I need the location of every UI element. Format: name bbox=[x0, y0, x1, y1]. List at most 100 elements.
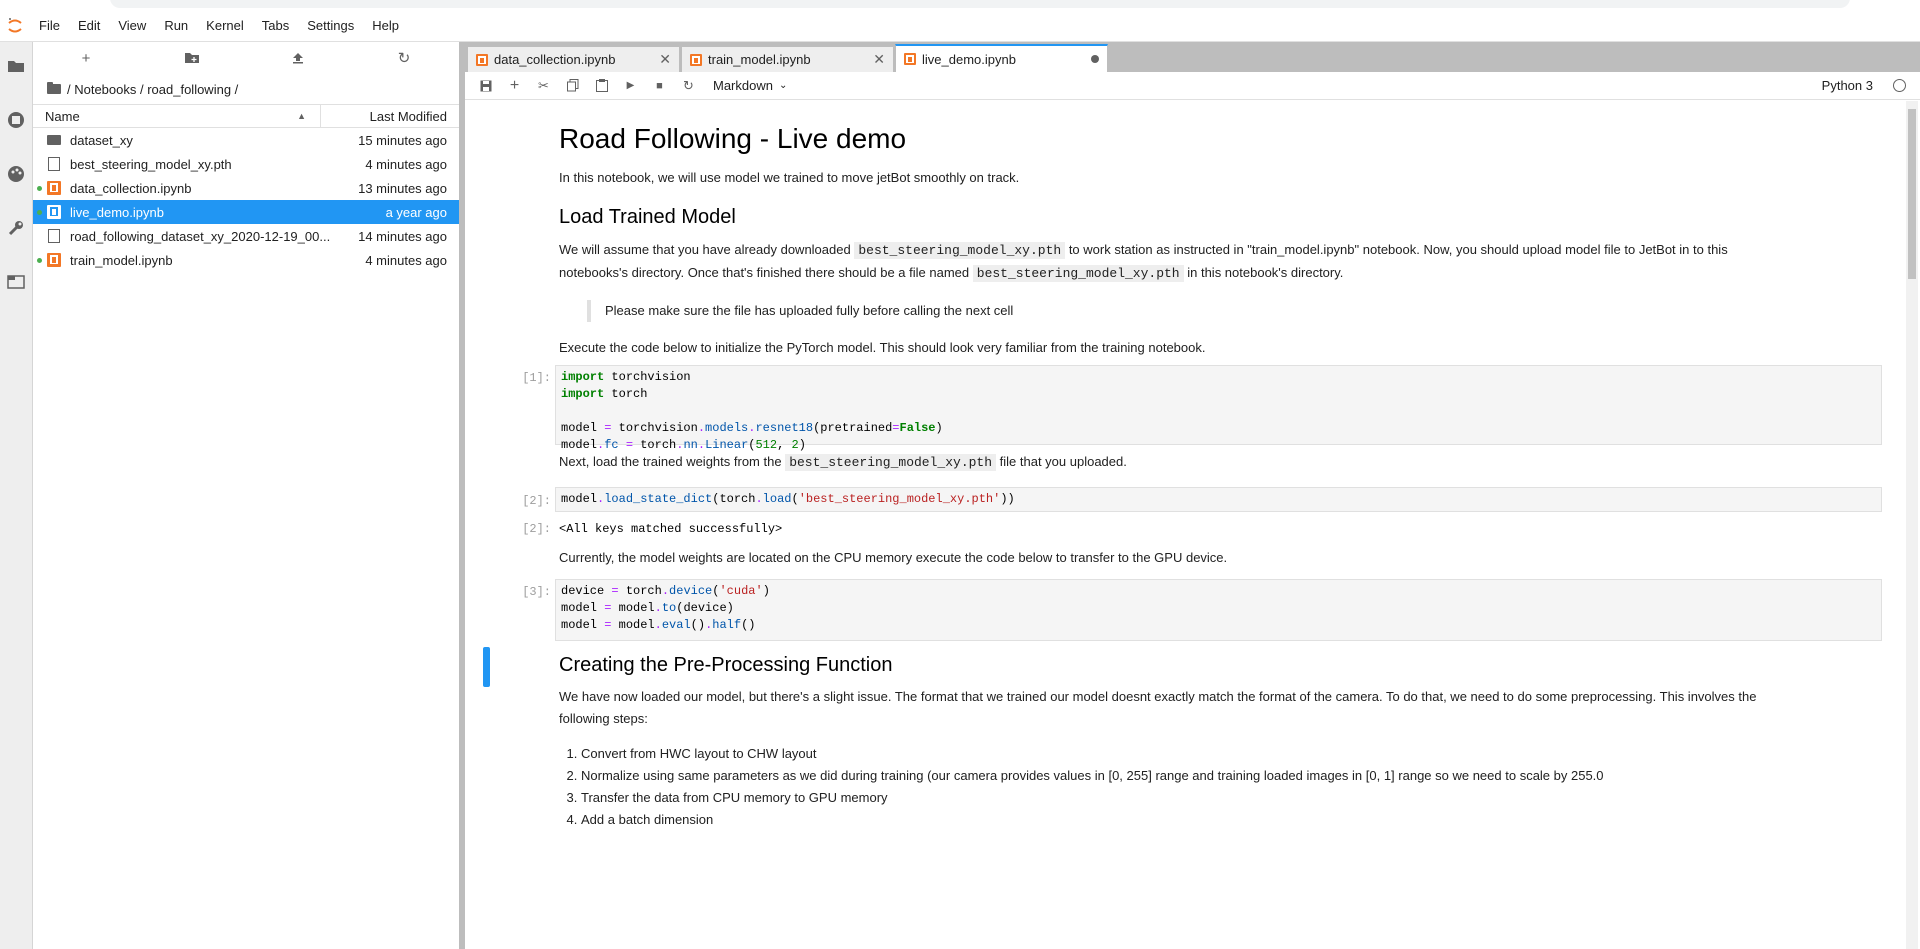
scissors-icon: ✂ bbox=[538, 77, 549, 93]
list-item: Normalize using same parameters as we di… bbox=[581, 765, 1849, 787]
file-modified: a year ago bbox=[385, 204, 447, 220]
scrollbar-thumb[interactable] bbox=[1908, 109, 1916, 279]
code-cell[interactable]: import torchvision import torch model = … bbox=[555, 365, 1882, 452]
markdown-paragraph: Execute the code below to initialize the… bbox=[559, 340, 1206, 355]
menu-edit[interactable]: Edit bbox=[69, 10, 109, 42]
text: We will assume that you have already dow… bbox=[559, 242, 851, 257]
menu-help[interactable]: Help bbox=[363, 10, 408, 42]
file-row[interactable]: train_model.ipynb 4 minutes ago bbox=[33, 248, 459, 272]
file-name: road_following_dataset_xy_2020-12-19_00.… bbox=[70, 228, 331, 244]
menu-kernel[interactable]: Kernel bbox=[197, 10, 253, 42]
input-prompt: [2]: bbox=[522, 494, 551, 508]
browser-address-bar[interactable] bbox=[110, 0, 1850, 8]
tab-label: train_model.ipynb bbox=[708, 52, 811, 67]
interrupt-button[interactable]: ■ bbox=[645, 74, 674, 98]
file-row[interactable]: data_collection.ipynb 13 minutes ago bbox=[33, 176, 459, 200]
chevron-down-icon: ⌄ bbox=[778, 80, 788, 91]
section-heading: Creating the Pre-Processing Function bbox=[559, 654, 893, 676]
new-folder-button[interactable] bbox=[139, 42, 245, 74]
new-folder-icon bbox=[185, 53, 199, 63]
inline-code: best_steering_model_xy.pth bbox=[972, 265, 1184, 282]
tab-live-demo[interactable]: live_demo.ipynb bbox=[895, 44, 1108, 72]
notebook-icon bbox=[690, 53, 702, 66]
breadcrumb[interactable]: / Notebooks / road_following / bbox=[33, 74, 459, 104]
notebook-toolbar: + ✂ ▶ ■ ↻ Markdown ⌄ bbox=[465, 72, 1920, 100]
restart-button[interactable]: ↻ bbox=[674, 74, 703, 98]
file-browser-toolbar: + ↻ bbox=[33, 42, 459, 74]
browser-top-strip bbox=[0, 0, 1920, 10]
plus-icon: + bbox=[81, 49, 91, 67]
section-heading: Load Trained Model bbox=[559, 206, 736, 228]
play-icon: ▶ bbox=[626, 80, 635, 91]
cell-type-value: Markdown bbox=[713, 78, 773, 93]
markdown-paragraph: Next, load the trained weights from the … bbox=[559, 451, 1849, 474]
tab-train-model[interactable]: train_model.ipynb ✕ bbox=[681, 46, 894, 72]
file-row[interactable]: dataset_xy 15 minutes ago bbox=[33, 128, 459, 152]
close-icon[interactable]: ✕ bbox=[873, 51, 885, 68]
text: Next, load the trained weights from the bbox=[559, 454, 782, 469]
text: file that you uploaded. bbox=[999, 454, 1127, 469]
notebook-scrollbar[interactable] bbox=[1906, 101, 1918, 949]
menu-run[interactable]: Run bbox=[155, 10, 197, 42]
input-prompt: [3]: bbox=[522, 585, 551, 599]
refresh-button[interactable]: ↻ bbox=[351, 42, 457, 74]
insert-cell-button[interactable]: + bbox=[500, 74, 529, 98]
palette-icon[interactable] bbox=[6, 164, 26, 184]
notebook-content[interactable]: Road Following - Live demo In this noteb… bbox=[465, 101, 1905, 949]
copy-button[interactable] bbox=[558, 74, 587, 98]
file-modified: 4 minutes ago bbox=[365, 156, 447, 172]
running-sessions-icon[interactable] bbox=[6, 110, 26, 130]
list-item: Convert from HWC layout to CHW layout bbox=[581, 743, 1849, 765]
new-launcher-button[interactable]: + bbox=[33, 42, 139, 74]
cut-button[interactable]: ✂ bbox=[529, 74, 558, 98]
notebook-icon bbox=[904, 53, 916, 65]
restart-icon: ↻ bbox=[683, 77, 694, 93]
tabs-icon[interactable] bbox=[6, 272, 26, 292]
column-modified-header[interactable]: Last Modified bbox=[321, 109, 459, 124]
menu-view[interactable]: View bbox=[109, 10, 155, 42]
kernel-name[interactable]: Python 3 bbox=[1822, 78, 1873, 93]
tab-data-collection[interactable]: data_collection.ipynb ✕ bbox=[467, 46, 680, 72]
unsaved-dot-icon[interactable] bbox=[1091, 55, 1099, 63]
file-modified: 14 minutes ago bbox=[358, 228, 447, 244]
save-button[interactable] bbox=[471, 74, 500, 98]
running-indicator bbox=[37, 258, 42, 263]
tab-label: live_demo.ipynb bbox=[922, 51, 1016, 67]
wrench-icon[interactable] bbox=[6, 218, 26, 238]
upload-icon bbox=[293, 53, 303, 64]
file-row[interactable]: best_steering_model_xy.pth 4 minutes ago bbox=[33, 152, 459, 176]
file-list: dataset_xy 15 minutes ago best_steering_… bbox=[33, 128, 459, 272]
markdown-paragraph: We will assume that you have already dow… bbox=[559, 239, 1849, 285]
file-row-selected[interactable]: live_demo.ipynb a year ago bbox=[33, 200, 459, 224]
breadcrumb-path[interactable]: / Notebooks / road_following / bbox=[67, 82, 238, 97]
tab-label: data_collection.ipynb bbox=[494, 52, 616, 67]
stop-icon: ■ bbox=[656, 79, 663, 92]
running-indicator bbox=[37, 186, 42, 191]
folder-icon[interactable] bbox=[6, 56, 26, 76]
text: notebooks's directory. Once that's finis… bbox=[559, 265, 970, 280]
code-cell[interactable]: device = torch.device('cuda') model = mo… bbox=[555, 579, 1882, 641]
list-item: Add a batch dimension bbox=[581, 809, 1849, 831]
file-row[interactable]: road_following_dataset_xy_2020-12-19_00.… bbox=[33, 224, 459, 248]
close-icon[interactable]: ✕ bbox=[659, 51, 671, 68]
column-name-label: Name bbox=[45, 108, 80, 124]
output-prompt: [2]: bbox=[522, 522, 551, 536]
run-button[interactable]: ▶ bbox=[616, 74, 645, 98]
cell-output: <All keys matched successfully> bbox=[559, 522, 783, 536]
code-cell[interactable]: model.load_state_dict(torch.load('best_s… bbox=[555, 487, 1882, 512]
menu-tabs[interactable]: Tabs bbox=[253, 10, 298, 42]
menu-settings[interactable]: Settings bbox=[298, 10, 363, 42]
plus-icon: + bbox=[509, 76, 520, 94]
column-name-header[interactable]: Name ▲ bbox=[33, 105, 321, 127]
file-list-header: Name ▲ Last Modified bbox=[33, 104, 459, 128]
menu-file[interactable]: File bbox=[30, 10, 69, 42]
notebook-icon bbox=[476, 53, 488, 66]
markdown-paragraph: We have now loaded our model, but there'… bbox=[559, 686, 1849, 730]
main-area: data_collection.ipynb ✕ train_model.ipyn… bbox=[465, 42, 1920, 949]
active-cell-collapser[interactable] bbox=[483, 647, 490, 687]
cell-type-select[interactable]: Markdown ⌄ bbox=[713, 78, 787, 93]
notebook-icon bbox=[47, 181, 61, 195]
upload-button[interactable] bbox=[245, 42, 351, 74]
folder-icon bbox=[47, 82, 61, 94]
paste-button[interactable] bbox=[587, 74, 616, 98]
